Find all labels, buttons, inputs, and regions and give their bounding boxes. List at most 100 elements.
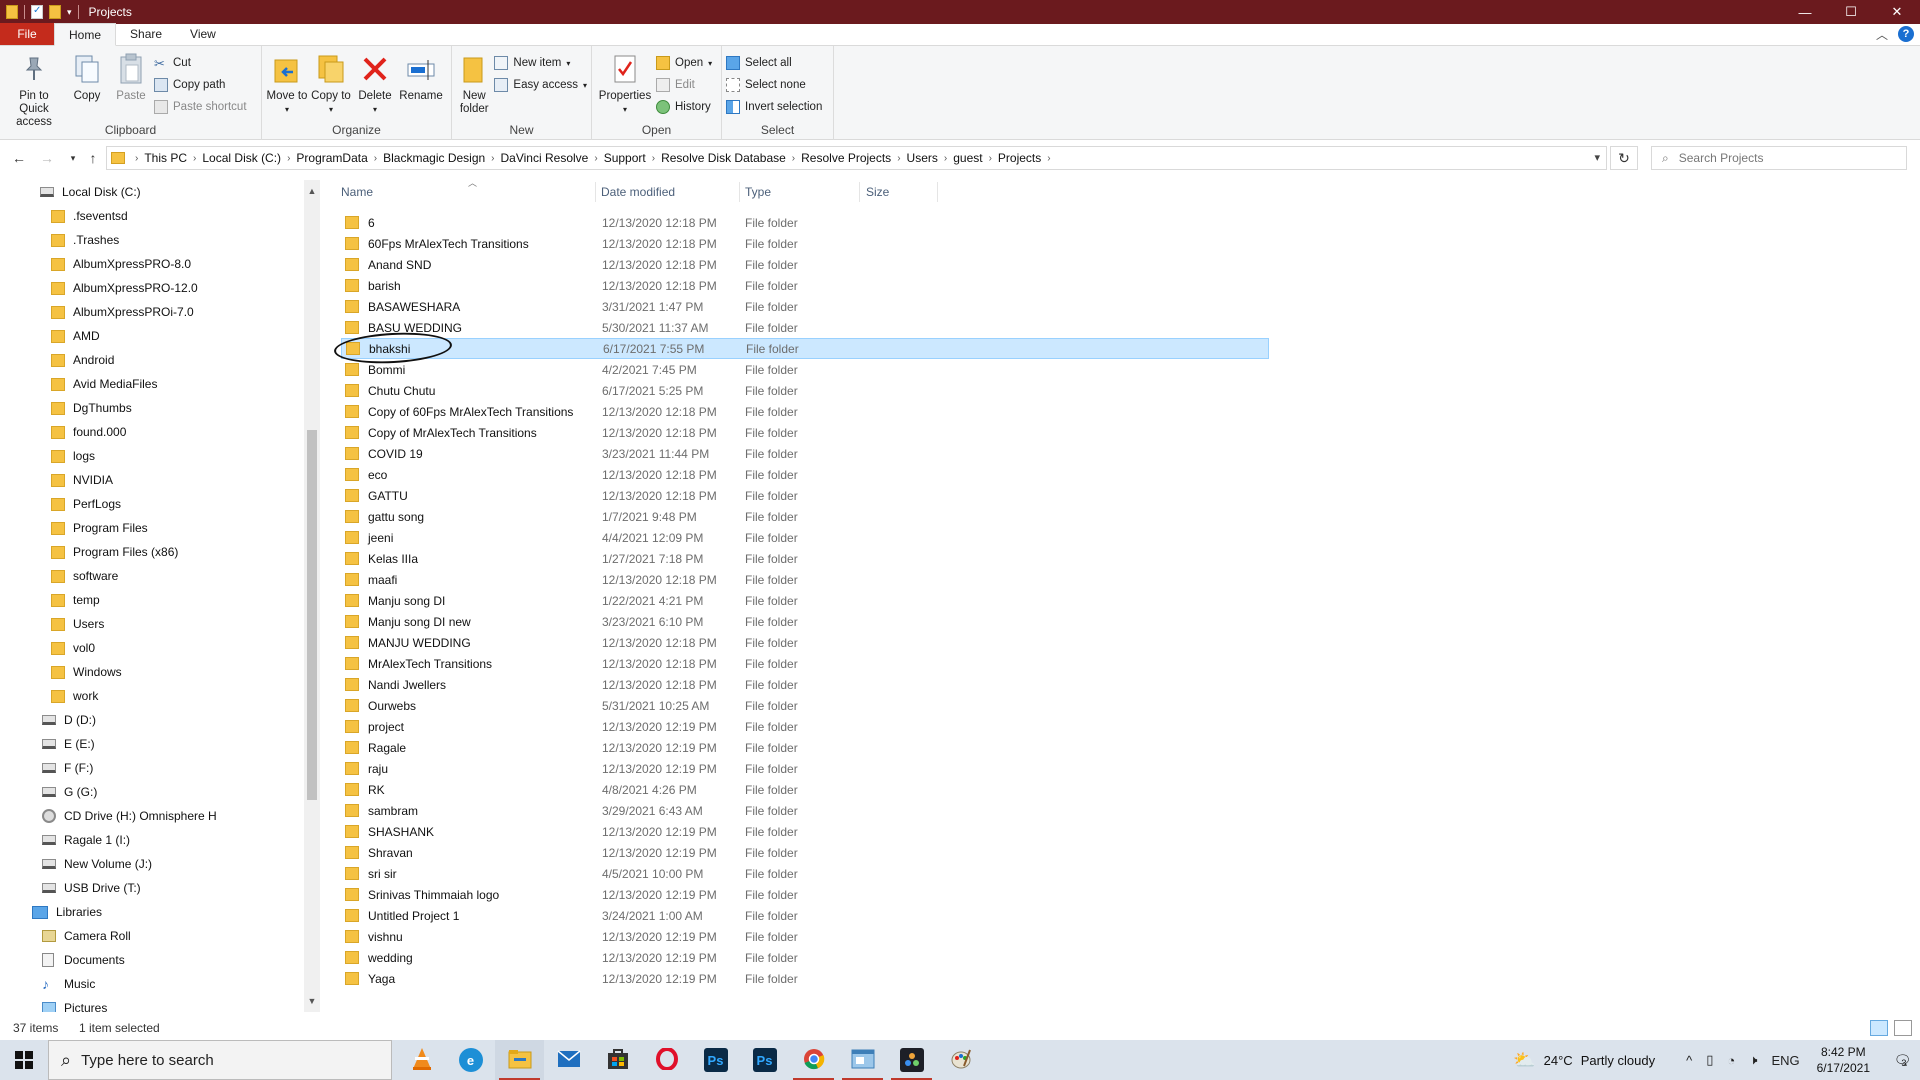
help-icon[interactable]: ? <box>1898 26 1914 42</box>
close-button[interactable]: ✕ <box>1874 0 1920 24</box>
file-name[interactable]: Copy of MrAlexTech Transitions <box>345 426 537 440</box>
chevron-right-icon[interactable]: › <box>191 153 198 164</box>
tab-share[interactable]: Share <box>116 23 176 45</box>
column-divider[interactable] <box>859 182 860 202</box>
taskbar-app-window[interactable] <box>838 1040 887 1080</box>
taskbar-app-vlc[interactable] <box>397 1040 446 1080</box>
wifi-icon[interactable]: ◔ <box>1727 1053 1735 1068</box>
chevron-right-icon[interactable]: › <box>790 153 797 164</box>
taskbar-search-input[interactable]: ⌕ Type here to search <box>48 1040 392 1080</box>
file-name[interactable]: sri sir <box>345 867 397 881</box>
file-name[interactable]: wedding <box>345 951 413 965</box>
table-row[interactable]: Kelas IIIa 1/27/2021 7:18 PM File folder <box>341 548 1269 569</box>
table-row[interactable]: SHASHANK 12/13/2020 12:19 PM File folder <box>341 821 1269 842</box>
file-name[interactable]: Kelas IIIa <box>345 552 418 566</box>
chevron-right-icon[interactable]: › <box>987 153 994 164</box>
table-row[interactable]: barish 12/13/2020 12:18 PM File folder <box>341 275 1269 296</box>
language-indicator[interactable]: ENG <box>1771 1053 1799 1068</box>
breadcrumb-item[interactable]: Projects <box>994 151 1045 165</box>
table-row[interactable]: Copy of 60Fps MrAlexTech Transitions 12/1… <box>341 401 1269 422</box>
nav-item-library[interactable]: Pictures <box>42 998 107 1012</box>
file-name[interactable]: vishnu <box>345 930 403 944</box>
taskbar-app-davinci-resolve[interactable] <box>887 1040 936 1080</box>
chevron-down-icon[interactable]: ▾ <box>1594 151 1600 164</box>
breadcrumb-item[interactable]: Blackmagic Design <box>379 151 489 165</box>
table-row[interactable]: Copy of MrAlexTech Transitions 12/13/2020… <box>341 422 1269 443</box>
chevron-right-icon[interactable]: › <box>942 153 949 164</box>
table-row[interactable]: Manju song DI 1/22/2021 4:21 PM File folde… <box>341 590 1269 611</box>
nav-item-folder[interactable]: NVIDIA <box>51 470 113 490</box>
chevron-right-icon[interactable]: › <box>372 153 379 164</box>
column-size[interactable]: Size <box>866 180 966 204</box>
nav-item-library[interactable]: ♪ Music <box>42 974 95 994</box>
taskbar-app-opera[interactable] <box>642 1040 691 1080</box>
table-row[interactable]: MrAlexTech Transitions 12/13/2020 12:18 P… <box>341 653 1269 674</box>
table-row[interactable]: sambram 3/29/2021 6:43 AM File folder <box>341 800 1269 821</box>
chevron-right-icon[interactable]: › <box>1045 153 1052 164</box>
nav-item-local-disk[interactable]: Local Disk (C:) <box>40 182 141 202</box>
volume-icon[interactable]: 🕨 <box>1749 1052 1757 1068</box>
file-name[interactable]: sambram <box>345 804 418 818</box>
nav-item-folder[interactable]: AlbumXpressPRO-12.0 <box>51 278 198 298</box>
breadcrumb-item[interactable]: DaVinci Resolve <box>497 151 593 165</box>
table-row[interactable]: Srinivas Thimmaiah logo 12/13/2020 12:19 … <box>341 884 1269 905</box>
large-icons-view-icon[interactable] <box>1894 1020 1912 1036</box>
nav-item-drive[interactable]: New Volume (J:) <box>42 854 152 874</box>
table-row[interactable]: Shravan 12/13/2020 12:19 PM File folder <box>341 842 1269 863</box>
chevron-right-icon[interactable]: › <box>285 153 292 164</box>
table-row[interactable]: GATTU 12/13/2020 12:18 PM File folder <box>341 485 1269 506</box>
device-icon[interactable]: ▯ <box>1706 1052 1713 1068</box>
file-name[interactable]: gattu song <box>345 510 424 524</box>
nav-item-folder[interactable]: logs <box>51 446 95 466</box>
column-divider[interactable] <box>739 182 740 202</box>
refresh-button[interactable]: ↻ <box>1610 146 1638 170</box>
breadcrumb-item[interactable]: Support <box>600 151 650 165</box>
table-row[interactable]: sri sir 4/5/2021 10:00 PM File folder <box>341 863 1269 884</box>
scroll-down-icon[interactable]: ▼ <box>304 996 320 1006</box>
file-name[interactable]: COVID 19 <box>345 447 423 461</box>
history-button[interactable]: History <box>656 98 712 116</box>
table-row[interactable]: Yaga 12/13/2020 12:19 PM File folder <box>341 968 1269 989</box>
nav-item-folder[interactable]: .fseventsd <box>51 206 128 226</box>
table-row[interactable]: wedding 12/13/2020 12:19 PM File folder <box>341 947 1269 968</box>
file-name[interactable]: barish <box>345 279 401 293</box>
nav-item-libraries[interactable]: Libraries <box>32 902 102 922</box>
file-name[interactable]: Yaga <box>345 972 395 986</box>
clock[interactable]: 8:42 PM 6/17/2021 <box>1817 1044 1870 1076</box>
collapse-ribbon-icon[interactable]: ︿ <box>1876 26 1888 43</box>
file-name[interactable]: Ragale <box>345 741 406 755</box>
taskbar-app-paint[interactable] <box>936 1040 985 1080</box>
breadcrumb-item[interactable]: guest <box>949 151 986 165</box>
nav-item-folder[interactable]: AMD <box>51 326 100 346</box>
new-folder-icon[interactable] <box>49 5 61 19</box>
column-type[interactable]: Type <box>745 180 865 204</box>
cut-button[interactable]: ✂ Cut <box>154 54 247 72</box>
minimize-button[interactable]: — <box>1782 0 1828 24</box>
file-name[interactable]: Shravan <box>345 846 413 860</box>
file-name[interactable]: maafi <box>345 573 397 587</box>
breadcrumb-item[interactable]: Resolve Projects <box>797 151 895 165</box>
properties-icon[interactable] <box>31 5 43 19</box>
column-name[interactable]: ︿ Name <box>341 178 595 204</box>
taskbar-app-store[interactable] <box>593 1040 642 1080</box>
nav-item-folder[interactable]: DgThumbs <box>51 398 132 418</box>
file-name[interactable]: Copy of 60Fps MrAlexTech Transitions <box>345 405 573 419</box>
recent-locations-icon[interactable]: ▾ <box>62 153 84 164</box>
table-row[interactable]: project 12/13/2020 12:19 PM File folder <box>341 716 1269 737</box>
nav-item-library[interactable]: Documents <box>42 950 125 970</box>
file-name[interactable]: Manju song DI <box>345 594 445 608</box>
nav-item-folder[interactable]: Windows <box>51 662 122 682</box>
table-row[interactable]: vishnu 12/13/2020 12:19 PM File folder <box>341 926 1269 947</box>
select-none-button[interactable]: Select none <box>726 76 822 94</box>
breadcrumb-item[interactable]: This PC <box>140 151 191 165</box>
taskbar-app-file-explorer[interactable] <box>495 1040 544 1080</box>
breadcrumb[interactable]: › This PC › Local Disk (C:) › ProgramDat… <box>106 146 1607 170</box>
table-row[interactable]: BASAWESHARA 3/31/2021 1:47 PM File folder <box>341 296 1269 317</box>
file-name[interactable]: SHASHANK <box>345 825 434 839</box>
tab-file[interactable]: File <box>0 23 54 45</box>
nav-item-drive[interactable]: CD Drive (H:) Omnisphere H <box>42 806 217 826</box>
maximize-button[interactable]: ☐ <box>1828 0 1874 24</box>
easy-access-button[interactable]: Easy access ▾ <box>494 76 587 94</box>
nav-item-folder[interactable]: Program Files <box>51 518 148 538</box>
taskbar-app-chrome[interactable] <box>789 1040 838 1080</box>
